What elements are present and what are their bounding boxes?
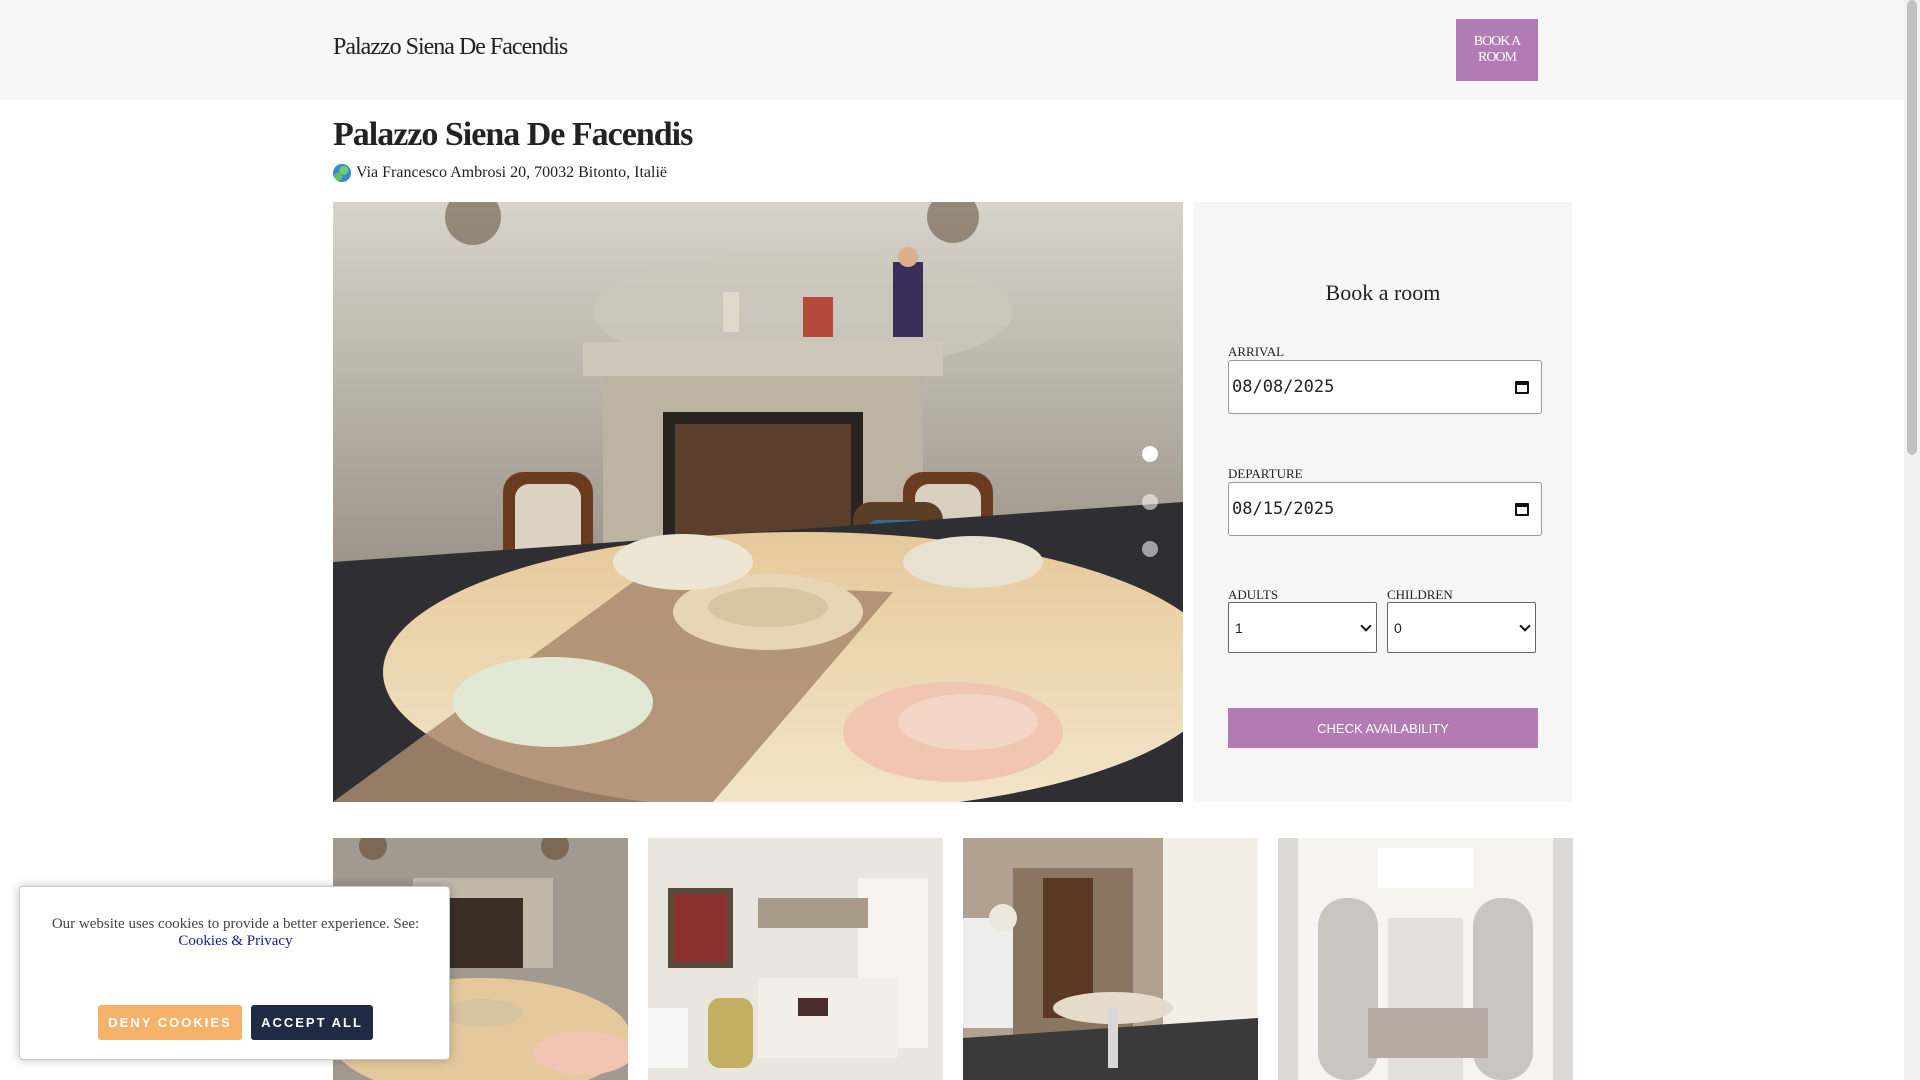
arrival-date-input[interactable]: 08/08/2025 — [1228, 360, 1542, 414]
cookie-message: Our website uses cookies to provide a be… — [40, 916, 431, 950]
cookies-privacy-link[interactable]: Cookies & Privacy — [178, 933, 292, 949]
chevron-down-icon — [1360, 619, 1372, 632]
calendar-icon[interactable] — [1515, 380, 1529, 394]
arrival-date-value: 08/08/2025 — [1232, 377, 1335, 397]
gallery-thumbnail-2[interactable] — [648, 838, 943, 1080]
departure-label: DEPARTURE — [1228, 466, 1303, 481]
slider-dot-2[interactable] — [1142, 494, 1158, 510]
slider-dot-3[interactable] — [1142, 541, 1158, 557]
departure-date-input[interactable]: 08/15/2025 — [1228, 482, 1542, 536]
arrival-label: ARRIVAL — [1228, 344, 1285, 359]
gallery-thumbnail-3[interactable] — [963, 838, 1258, 1080]
cookie-banner: Our website uses cookies to provide a be… — [19, 886, 450, 1060]
gallery-thumbnail-4[interactable] — [1278, 838, 1573, 1080]
globe-icon — [333, 164, 351, 182]
site-brand[interactable]: Palazzo Siena De Facendis — [333, 34, 568, 61]
accept-all-button[interactable]: ACCEPT ALL — [251, 1005, 373, 1040]
book-a-room-button[interactable]: BOOK A ROOM — [1456, 19, 1538, 81]
adults-value: 1 — [1235, 619, 1243, 636]
site-header: Palazzo Siena De Facendis BOOK A ROOM — [0, 0, 1904, 100]
check-availability-button[interactable]: CHECK AVAILABILITY — [1228, 708, 1538, 748]
slider-dot-1[interactable] — [1142, 446, 1158, 462]
departure-date-value: 08/15/2025 — [1232, 499, 1335, 519]
deny-cookies-button[interactable]: DENY COOKIES — [98, 1005, 242, 1040]
children-value: 0 — [1394, 619, 1402, 636]
scrollbar-thumb[interactable] — [1907, 0, 1917, 455]
children-label: CHILDREN — [1387, 587, 1453, 602]
chevron-down-icon — [1519, 619, 1531, 632]
adults-label: ADULTS — [1228, 587, 1279, 602]
calendar-icon[interactable] — [1515, 502, 1529, 516]
hero-photo-dining-fireplace — [333, 202, 1183, 802]
adults-select[interactable]: 1 — [1228, 602, 1377, 653]
thumbnail-photo-stone-arch-dining — [963, 838, 1258, 1080]
children-select[interactable]: 0 — [1387, 602, 1536, 653]
booking-heading: Book a room — [1325, 280, 1441, 305]
address-text: Via Francesco Ambrosi 20, 70032 Bitonto,… — [356, 164, 667, 181]
thumbnail-photo-white-wardrobe-bedroom — [1278, 838, 1573, 1080]
hero-image-slider[interactable] — [333, 202, 1183, 802]
thumbnail-photo-canopy-bedroom — [648, 838, 943, 1080]
page-title: Palazzo Siena De Facendis — [333, 116, 693, 153]
cookie-message-text: Our website uses cookies to provide a be… — [51, 916, 420, 932]
property-address: Via Francesco Ambrosi 20, 70032 Bitonto,… — [333, 164, 667, 182]
booking-widget: Book a room ARRIVAL 08/08/2025 DEPARTURE… — [1194, 202, 1572, 802]
